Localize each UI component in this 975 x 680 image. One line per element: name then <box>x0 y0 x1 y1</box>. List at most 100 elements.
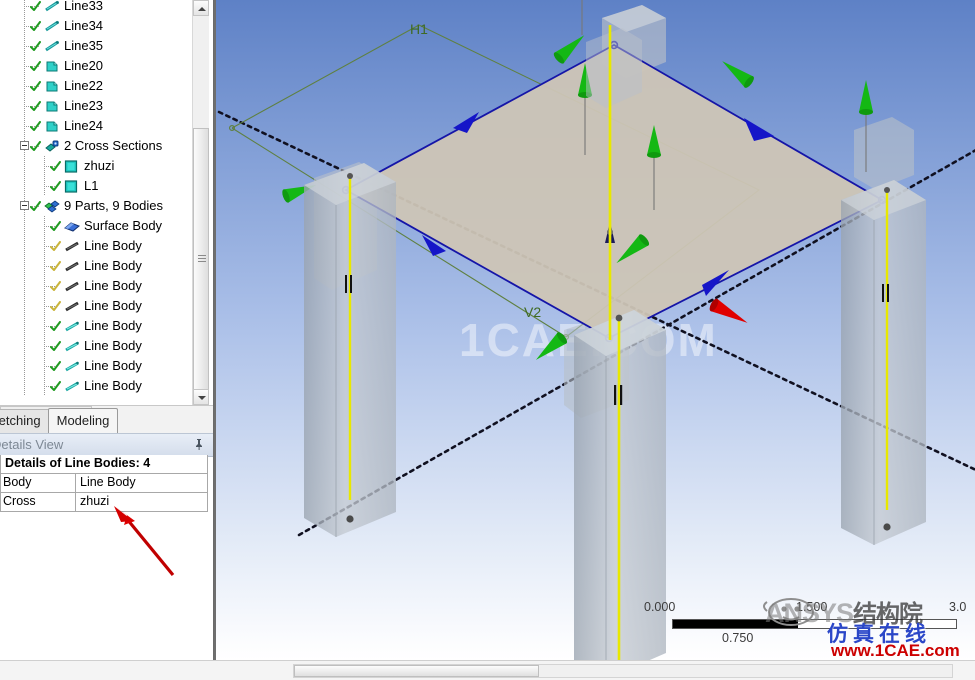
tree-item-label: Line Body <box>84 338 142 353</box>
tree-item-line23[interactable]: Line23 <box>0 96 200 116</box>
tab-modeling[interactable]: Modeling <box>48 408 118 433</box>
table-row[interactable]: Cross Section zhuzi <box>1 493 208 512</box>
scale-tick-2: 3.0 <box>949 600 967 614</box>
tree-item-label: 9 Parts, 9 Bodies <box>64 198 163 213</box>
tree-item-label: Line Body <box>84 378 142 393</box>
tree-item-label: Line20 <box>64 58 104 73</box>
grip-icon <box>198 255 206 263</box>
checkmark-icon <box>50 261 61 272</box>
scroll-down-button[interactable] <box>193 389 209 405</box>
tree-guide-line <box>24 296 25 316</box>
tree-item-line-body[interactable]: Line Body <box>0 276 200 296</box>
tree-item-surface-body[interactable]: Surface Body <box>0 216 200 236</box>
tree-item-label: 2 Cross Sections <box>64 138 163 153</box>
tree-item-9-parts-9-bodies[interactable]: 9 Parts, 9 Bodies <box>0 196 200 216</box>
checkmark-icon <box>50 241 61 252</box>
checkmark-icon <box>30 201 41 212</box>
model-tree-panel[interactable]: Line33 Line34 Line35 Line20 Line22 Line23 Line… <box>0 0 213 405</box>
tree-item-line-body[interactable]: Line Body <box>0 356 200 376</box>
tree-item-label: Line23 <box>64 98 104 113</box>
scale-bar-graphic <box>672 619 957 629</box>
checkmark-icon <box>30 101 41 112</box>
details-view-table[interactable]: Details of Line Bodies: 4 Body Line Body… <box>0 455 208 512</box>
tree-item-line-body[interactable]: Line Body <box>0 336 200 356</box>
left-bottom-filler <box>0 660 213 680</box>
tree-guide-line <box>24 156 25 176</box>
parts-icon <box>44 199 60 213</box>
row-key: Cross Section <box>1 493 76 511</box>
row-value[interactable]: zhuzi <box>76 493 207 511</box>
tree-item-line-body[interactable]: Line Body <box>0 236 200 256</box>
scale-bar: 0.000 1.500 3.0 0.750 <box>644 600 974 646</box>
checkmark-icon <box>30 1 41 12</box>
tree-item-2-cross-sections[interactable]: 2 Cross Sections <box>0 136 200 156</box>
tree-guide-line <box>24 256 25 276</box>
details-view-title: Details View <box>0 437 64 452</box>
tree-item-l1[interactable]: L1 <box>0 176 200 196</box>
tree-item-line-body[interactable]: Line Body <box>0 296 200 316</box>
tree-item-label: Line22 <box>64 78 104 93</box>
tree-item-line34[interactable]: Line34 <box>0 16 200 36</box>
line-body-dark-icon <box>64 259 79 273</box>
tree-guide-line <box>24 176 25 196</box>
line-icon <box>44 39 59 53</box>
tree-item-line24[interactable]: Line24 <box>0 116 200 136</box>
tree-item-zhuzi[interactable]: zhuzi <box>0 156 200 176</box>
scroll-up-button[interactable] <box>193 0 209 16</box>
left-panel: Line33 Line34 Line35 Line20 Line22 Line23 Line… <box>0 0 213 680</box>
checkmark-icon <box>30 21 41 32</box>
tree-item-line22[interactable]: Line22 <box>0 76 200 96</box>
line-body-teal-icon <box>64 359 79 373</box>
cross-section-icon <box>44 139 59 153</box>
3d-graphics-viewport[interactable]: 1CAE.COM H1 V2 <box>213 0 975 660</box>
checkmark-icon <box>50 281 61 292</box>
block-top-right <box>854 117 914 190</box>
sketch-icon <box>44 99 59 113</box>
checkmark-icon <box>30 81 41 92</box>
svg-text:H1: H1 <box>410 21 428 37</box>
checkmark-icon <box>50 361 61 372</box>
line-icon <box>44 0 59 13</box>
row-value[interactable]: Line Body <box>76 474 207 492</box>
collapse-toggle-icon[interactable] <box>20 201 29 210</box>
scale-tick-1: 1.500 <box>796 600 828 614</box>
tree-guide-line <box>24 336 25 356</box>
tree-guide-line <box>24 316 25 336</box>
tree-item-line-body[interactable]: Line Body <box>0 376 200 396</box>
viewport-left-border <box>214 0 216 660</box>
sketch-icon <box>44 119 59 133</box>
details-table-header-row: Details of Line Bodies: 4 <box>1 455 208 474</box>
tree-item-label: zhuzi <box>84 158 115 173</box>
checkmark-icon <box>50 221 61 232</box>
tree-guide-line <box>24 216 25 236</box>
tree-item-line20[interactable]: Line20 <box>0 56 200 76</box>
line-body-teal-icon <box>64 319 79 333</box>
tree-item-line33[interactable]: Line33 <box>0 0 200 16</box>
horizontal-scrollbar[interactable] <box>293 664 953 678</box>
row-key: Body <box>1 474 76 492</box>
checkmark-icon <box>50 321 61 332</box>
column-left <box>304 163 396 537</box>
collapse-toggle-icon[interactable] <box>20 141 29 150</box>
checkmark-icon <box>50 181 61 192</box>
tree-item-line-body[interactable]: Line Body <box>0 256 200 276</box>
sketch-icon <box>44 79 59 93</box>
pin-icon[interactable] <box>193 438 205 451</box>
line-body-dark-icon <box>64 299 79 313</box>
sketch-icon <box>44 59 59 73</box>
line-body-teal-icon <box>64 379 79 393</box>
tree-item-line35[interactable]: Line35 <box>0 36 200 56</box>
model-tree[interactable]: Line33 Line34 Line35 Line20 Line22 Line23 Line… <box>0 0 200 396</box>
scrollbar-thumb[interactable] <box>193 128 209 390</box>
tree-item-line-body[interactable]: Line Body <box>0 316 200 336</box>
3d-model-geometry: H1 V2 <box>217 0 975 660</box>
tree-guide-line <box>24 376 25 396</box>
table-row[interactable]: Body Line Body <box>1 474 208 493</box>
checkmark-icon <box>50 381 61 392</box>
tree-guide-line <box>24 236 25 256</box>
chevron-down-icon <box>198 396 206 400</box>
horizontal-scrollbar-thumb[interactable] <box>294 665 539 677</box>
tree-vertical-scrollbar[interactable] <box>192 0 209 405</box>
checkmark-icon <box>50 301 61 312</box>
line-body-teal-icon <box>64 339 79 353</box>
